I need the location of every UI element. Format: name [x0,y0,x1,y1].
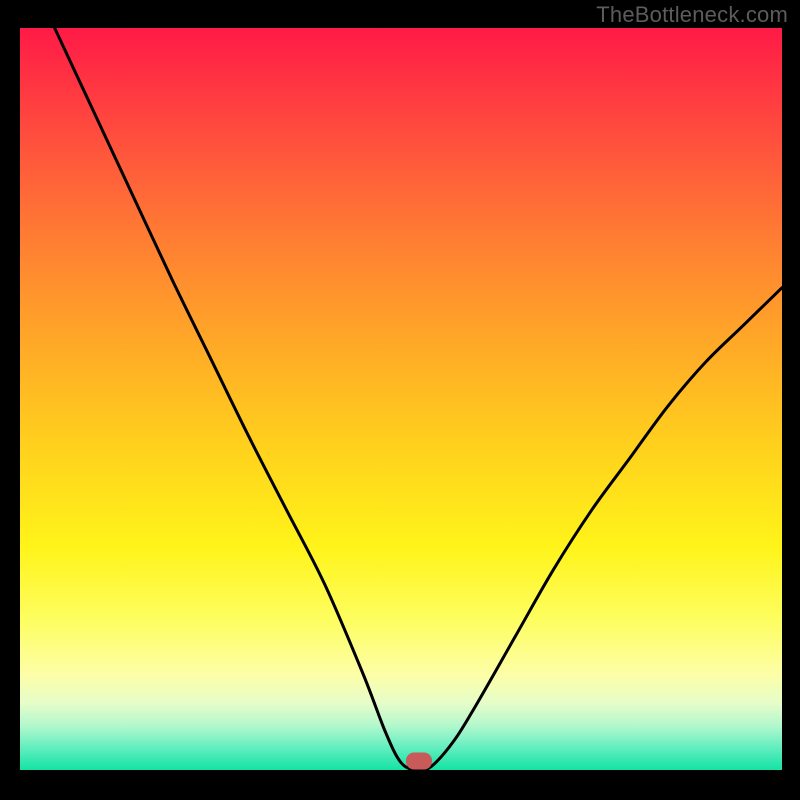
chart-frame: TheBottleneck.com [0,0,800,800]
watermark-text: TheBottleneck.com [596,2,788,28]
optimal-marker [406,753,432,770]
plot-area [20,28,782,770]
bottleneck-curve [20,28,782,770]
